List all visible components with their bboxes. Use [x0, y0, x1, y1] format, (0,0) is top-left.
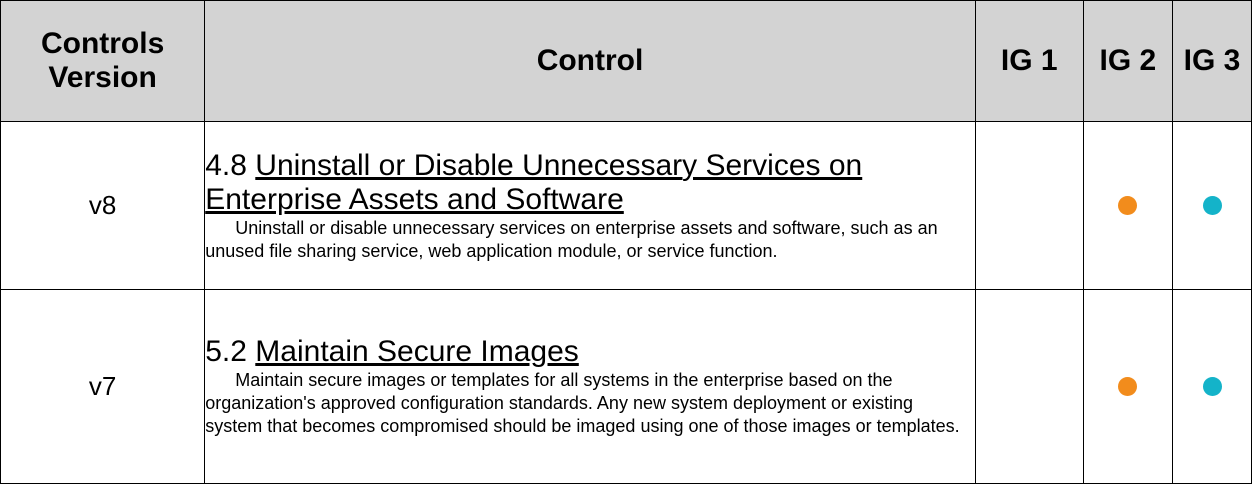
control-cell: 5.2 Maintain Secure Images Maintain secu…	[204, 289, 976, 484]
ig3-cell	[1172, 289, 1252, 484]
header-ig1: IG 1	[974, 0, 1084, 122]
header-row: Controls Version Control IG 1 IG 2 IG 3	[0, 0, 1252, 122]
control-title: 4.8 Uninstall or Disable Unnecessary Ser…	[205, 149, 975, 217]
version-cell: v7	[0, 289, 206, 484]
header-control: Control	[204, 0, 976, 122]
ig2-cell	[1082, 121, 1174, 290]
ig1-cell	[974, 289, 1084, 484]
table-row: v8 4.8 Uninstall or Disable Unnecessary …	[0, 121, 1252, 290]
control-number: 4.8	[205, 148, 247, 182]
ig2-indicator-dot	[1118, 377, 1138, 396]
header-ig2: IG 2	[1082, 0, 1174, 122]
control-number: 5.2	[205, 335, 247, 368]
ig2-indicator-dot	[1118, 196, 1138, 215]
header-ig3: IG 3	[1172, 0, 1252, 122]
control-title: 5.2 Maintain Secure Images	[205, 335, 975, 369]
control-title-link[interactable]: Uninstall or Disable Unnecessary Service…	[205, 149, 862, 216]
control-title-link[interactable]: Maintain Secure Images	[255, 335, 579, 368]
control-cell: 4.8 Uninstall or Disable Unnecessary Ser…	[204, 121, 976, 290]
controls-table: Controls Version Control IG 1 IG 2 IG 3 …	[0, 0, 1252, 484]
control-description: Uninstall or disable unnecessary service…	[205, 217, 938, 261]
table-row: v7 5.2 Maintain Secure Images Maintain s…	[0, 289, 1252, 484]
ig3-indicator-dot	[1202, 377, 1222, 396]
ig1-cell	[974, 121, 1084, 290]
ig3-cell	[1172, 121, 1252, 290]
control-description: Maintain secure images or templates for …	[205, 370, 960, 436]
ig2-cell	[1082, 289, 1174, 484]
ig3-indicator-dot	[1202, 196, 1222, 215]
header-controls-version: Controls Version	[0, 0, 206, 122]
version-cell: v8	[0, 121, 206, 290]
